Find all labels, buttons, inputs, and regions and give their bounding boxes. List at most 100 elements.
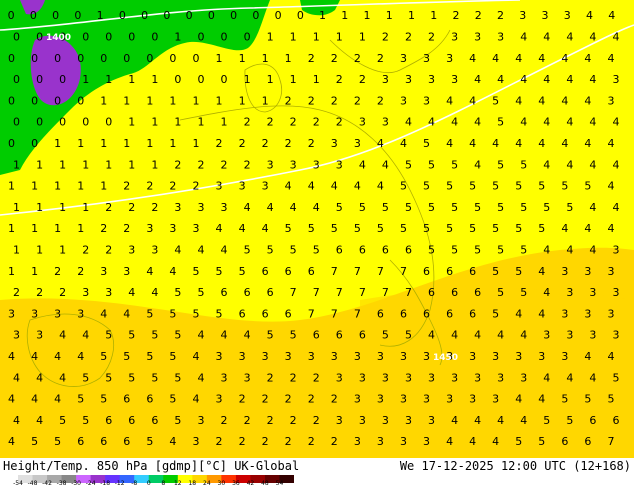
grid-value-label: 0 [105, 116, 112, 129]
grid-value-label: 2 [54, 265, 61, 278]
grid-value-label: 5 [146, 307, 153, 320]
grid-value-label: 5 [612, 371, 619, 384]
grid-value-label: 5 [174, 414, 181, 427]
chart-title: Height/Temp. 850 hPa [gdmp][°C] UK-Globa… [3, 459, 300, 473]
grid-value-label: 5 [59, 414, 66, 427]
grid-value-label: 3 [382, 73, 389, 86]
grid-value-label: 0 [36, 73, 43, 86]
grid-value-label: 1 [13, 158, 20, 171]
grid-value-label: 3 [561, 350, 568, 363]
grid-value-label: 3 [543, 329, 550, 342]
grid-value-label: 2 [262, 393, 269, 406]
colorbar-tick-label: 12 [173, 480, 182, 487]
grid-value-label: 1 [31, 222, 38, 235]
grid-value-label: 3 [382, 116, 389, 129]
grid-value-label: 3 [377, 393, 384, 406]
grid-value-label: 3 [151, 243, 158, 256]
grid-value-label: 4 [428, 329, 435, 342]
grid-value-label: 4 [538, 137, 545, 150]
grid-value-label: 3 [566, 286, 573, 299]
grid-value-label: 4 [584, 222, 591, 235]
grid-value-label: 1 [59, 243, 66, 256]
grid-value-label: 4 [8, 435, 15, 448]
grid-value-label: 6 [308, 265, 315, 278]
grid-value-label: 4 [59, 329, 66, 342]
grid-value-label: 7 [313, 286, 320, 299]
grid-value-label: 4 [515, 52, 522, 65]
grid-value-label: 5 [492, 222, 499, 235]
grid-value-label: 4 [584, 52, 591, 65]
grid-value-label: 3 [197, 201, 204, 214]
grid-value-label: 1 [105, 73, 112, 86]
grid-value-label: 6 [382, 243, 389, 256]
grid-value-label: 4 [543, 73, 550, 86]
map-area: 0000100000000011111122233344000000010001… [0, 0, 634, 458]
grid-value-label: 2 [82, 243, 89, 256]
grid-value-label: 5 [423, 222, 430, 235]
grid-value-label: 2 [216, 137, 223, 150]
grid-value-label: 4 [538, 52, 545, 65]
grid-value-label: 1 [128, 158, 135, 171]
grid-value-label: 4 [313, 201, 320, 214]
grid-value-label: 1 [169, 137, 176, 150]
grid-value-label: 2 [262, 137, 269, 150]
grid-value-label: 0 [105, 30, 112, 43]
grid-value-label: 3 [123, 265, 130, 278]
grid-value-label: 1 [174, 116, 181, 129]
grid-value-label: 5 [538, 180, 545, 193]
grid-value-label: 4 [8, 393, 15, 406]
grid-value-label: 2 [331, 393, 338, 406]
grid-value-label: 2 [267, 414, 274, 427]
grid-value-label: 3 [561, 265, 568, 278]
grid-value-label: 6 [474, 286, 481, 299]
grid-value-label: 3 [400, 435, 407, 448]
grid-value-label: 0 [8, 94, 15, 107]
grid-value-label: 1 [36, 243, 43, 256]
grid-value-label: 4 [244, 329, 251, 342]
grid-value-label: 4 [469, 137, 476, 150]
grid-value-label: 2 [308, 94, 315, 107]
grid-value-label: 1 [151, 158, 158, 171]
grid-value-label: 5 [474, 243, 481, 256]
grid-value-label: 5 [451, 243, 458, 256]
grid-value-label: 7 [354, 307, 361, 320]
grid-value-label: 3 [520, 371, 527, 384]
grid-value-label: 5 [216, 265, 223, 278]
grid-value-label: 5 [497, 286, 504, 299]
grid-value-label: 1 [313, 73, 320, 86]
grid-value-label: 2 [475, 9, 482, 22]
grid-value-label: 7 [331, 265, 338, 278]
grid-value-label: 1 [313, 30, 320, 43]
grid-value-label: 0 [151, 30, 158, 43]
grid-value-label: 1 [36, 158, 43, 171]
grid-value-label: 2 [290, 116, 297, 129]
grid-value-label: 1 [77, 222, 84, 235]
grid-value-label: 1 [192, 94, 199, 107]
grid-value-label: 0 [74, 9, 81, 22]
grid-value-label: 3 [354, 393, 361, 406]
valid-time: We 17-12-2025 12:00 UTC (12+168) [399, 459, 631, 473]
grid-value-label: 6 [151, 414, 158, 427]
colorbar-tick-label: -30 [71, 480, 81, 487]
grid-value-label: 2 [216, 435, 223, 448]
grid-value-label: 6 [262, 307, 269, 320]
grid-value-label: 1 [128, 116, 135, 129]
grid-value-label: 5 [331, 222, 338, 235]
grid-value-label: 3 [400, 393, 407, 406]
grid-value-label: 5 [492, 180, 499, 193]
grid-value-label: 4 [543, 116, 550, 129]
grid-value-label: 4 [192, 393, 199, 406]
grid-value-label: 1 [8, 265, 15, 278]
grid-value-label: 3 [589, 329, 596, 342]
grid-value-label: 4 [31, 350, 38, 363]
grid-value-label: 1 [13, 243, 20, 256]
grid-value-label: 3 [146, 222, 153, 235]
grid-value-label: 4 [607, 350, 614, 363]
grid-value-label: 4 [451, 414, 458, 427]
grid-value-label: 0 [8, 52, 15, 65]
grid-value-label: 3 [474, 30, 481, 43]
grid-value-label: 7 [607, 435, 614, 448]
grid-value-label: 4 [589, 201, 596, 214]
grid-value-label: 2 [377, 52, 384, 65]
colorbar-tick-label: 30 [217, 480, 226, 487]
